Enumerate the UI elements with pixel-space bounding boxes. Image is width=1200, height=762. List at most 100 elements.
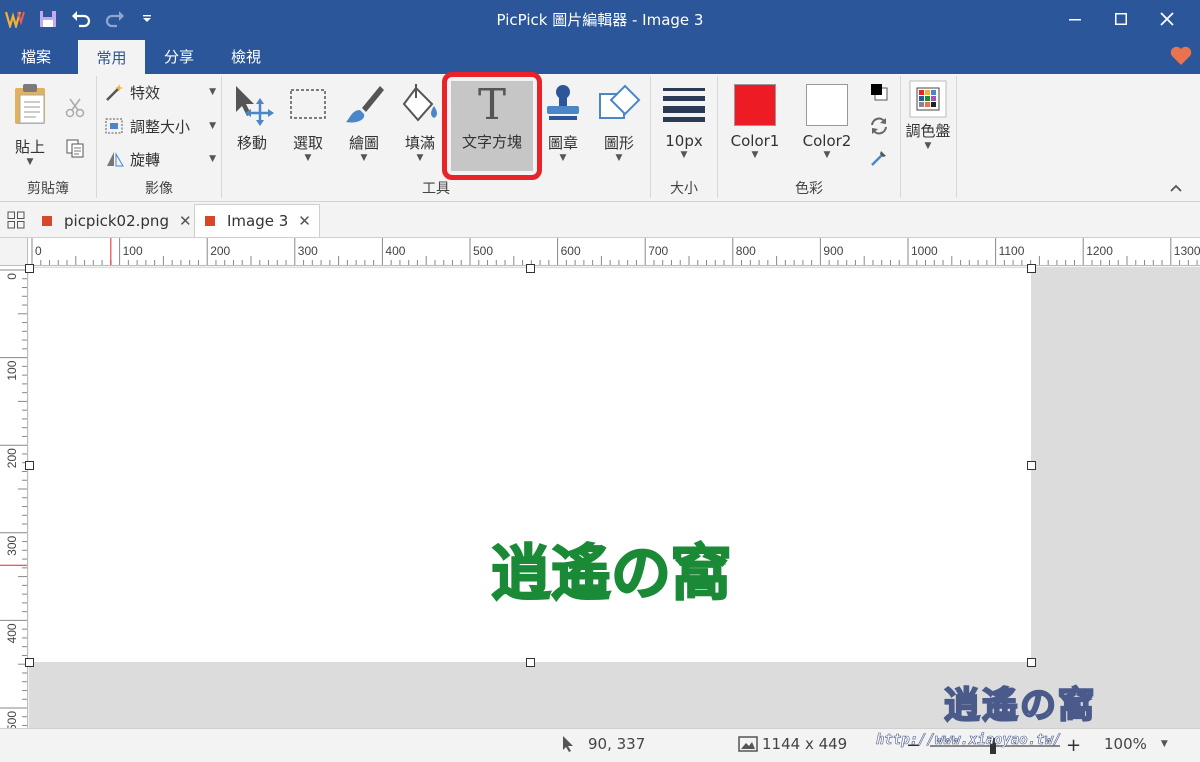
swap-colors-icon[interactable] <box>866 114 892 138</box>
color2-button[interactable]: Color2 ▼ <box>798 84 856 160</box>
cut-icon[interactable] <box>62 96 88 120</box>
ruler-corner <box>0 238 28 266</box>
fill-tool-button[interactable]: 填滿 ▼ <box>396 82 444 163</box>
draw-tool-button[interactable]: 繪圖 ▼ <box>340 82 388 163</box>
chevron-down-icon: ▼ <box>209 87 216 97</box>
chevron-down-icon: ▼ <box>615 153 623 163</box>
zoom-in-button[interactable]: + <box>1066 735 1081 756</box>
ruler-label: 400 <box>5 623 19 643</box>
zoom-level[interactable]: 100% ▼ <box>1104 735 1168 753</box>
resize-handle[interactable] <box>1027 658 1036 667</box>
image-size-value: 1144 x 449 <box>762 735 848 753</box>
effects-button[interactable]: 特效 ▼ <box>104 80 216 104</box>
draw-label: 繪圖 <box>348 134 379 152</box>
ribbon-separator <box>900 76 901 198</box>
move-label: 移動 <box>236 134 267 152</box>
ruler-label: 1000 <box>911 244 938 258</box>
chevron-down-icon: ▼ <box>924 141 932 151</box>
stamp-tool-button[interactable]: 圖章 ▼ <box>540 82 586 163</box>
resize-handle[interactable] <box>526 264 535 273</box>
resize-handle[interactable] <box>25 461 34 470</box>
chevron-down-icon: ▼ <box>304 153 312 163</box>
cursor-position: 90, 337 <box>560 735 645 753</box>
clipboard-icon <box>15 84 45 124</box>
size-button[interactable]: 10px ▼ <box>656 84 712 160</box>
colors-group-label: 色彩 <box>795 181 823 197</box>
image-canvas[interactable]: 逍遙の窩 <box>29 268 1031 662</box>
heart-icon[interactable] <box>1168 44 1194 68</box>
close-button[interactable] <box>1144 0 1190 38</box>
clipboard-group-label: 剪貼簿 <box>27 181 69 197</box>
brush-icon <box>346 86 384 123</box>
palette-label: 調色盤 <box>905 122 951 140</box>
chevron-down-icon: ▼ <box>751 150 759 160</box>
cursor-icon <box>563 736 573 752</box>
doc-tab[interactable]: picpick02.png ✕ <box>32 204 200 237</box>
ruler-label: 300 <box>5 535 19 555</box>
menu-bar: 檔案 常用 分享 檢視 <box>0 38 1200 74</box>
image-tab-icon <box>42 215 52 226</box>
eyedropper-icon[interactable] <box>866 146 892 170</box>
tab-file[interactable]: 檔案 <box>0 38 72 74</box>
maximize-button[interactable] <box>1098 0 1144 38</box>
line-width-icon <box>663 88 705 122</box>
tab-home[interactable]: 常用 <box>78 40 145 74</box>
horizontal-ruler[interactable]: 0 100 200 300 400 500 600 700 800 900 1000 1100 1200… <box>28 238 1200 266</box>
size-group-label: 大小 <box>670 181 698 197</box>
select-tool-button[interactable]: 選取 ▼ <box>284 82 332 163</box>
doc-tab-active[interactable]: Image 3 ✕ <box>194 204 320 237</box>
close-tab-icon[interactable]: ✕ <box>179 212 192 230</box>
shape-label: 圖形 <box>603 134 634 152</box>
horizontal-ruler-ticks: 0 100 200 300 400 500 600 700 800 900 1000 1100 1200… <box>31 238 1200 265</box>
palette-button[interactable]: 調色盤 ▼ <box>904 80 952 151</box>
tab-view[interactable]: 檢視 <box>215 38 277 74</box>
color2-swatch <box>806 84 848 126</box>
watermark-url: http://www.xiaoyao.tw/ <box>876 732 1062 749</box>
collapse-ribbon-icon[interactable] <box>1166 178 1186 198</box>
shape-tool-button[interactable]: 圖形 ▼ <box>596 82 642 163</box>
resize-handle[interactable] <box>1027 264 1036 273</box>
canvas-text: 逍遙の窩 <box>491 539 731 609</box>
doc-tab-label: Image 3 <box>227 212 289 230</box>
copy-icon[interactable] <box>62 136 88 160</box>
doc-tab-label: picpick02.png <box>64 211 169 230</box>
paste-button[interactable]: 貼上 ▼ <box>8 82 52 167</box>
ruler-label: 300 <box>298 244 318 258</box>
fill-label: 填滿 <box>404 134 435 152</box>
selection-icon <box>290 89 326 119</box>
status-bar: 90, 337 1144 x 449 − + 100% ▼ http://www… <box>0 728 1200 762</box>
vertical-ruler[interactable]: 0 100 200 300 400 500 <box>0 266 28 728</box>
ruler-label: 400 <box>385 244 405 258</box>
chevron-down-icon: ▼ <box>26 157 34 167</box>
plus-icon: + <box>1066 735 1082 756</box>
grid-view-icon[interactable] <box>4 208 28 232</box>
resize-handle[interactable] <box>25 658 34 667</box>
minimize-button[interactable] <box>1052 0 1098 38</box>
resize-handle[interactable] <box>25 264 34 273</box>
move-tool-button[interactable]: 移動 <box>228 82 276 153</box>
textbox-tool-button[interactable]: T 文字方塊 <box>451 81 533 171</box>
palette-icon <box>909 80 947 118</box>
move-icon <box>236 86 274 126</box>
select-label: 選取 <box>292 134 323 152</box>
ruler-label: 500 <box>473 244 493 258</box>
chevron-down-icon: ▼ <box>209 121 216 131</box>
resize-handle[interactable] <box>526 658 535 667</box>
resize-button[interactable]: 調整大小 ▼ <box>104 114 216 138</box>
image-size-icon <box>738 736 758 752</box>
default-colors-icon[interactable] <box>866 80 892 104</box>
text-t-icon: T <box>478 81 506 125</box>
close-tab-icon[interactable]: ✕ <box>298 212 311 230</box>
tab-share[interactable]: 分享 <box>150 38 208 74</box>
chevron-down-icon: ▼ <box>559 153 567 163</box>
resize-label: 調整大小 <box>130 117 191 136</box>
resize-handle[interactable] <box>1027 461 1036 470</box>
image-size: 1144 x 449 <box>738 735 847 753</box>
color1-button[interactable]: Color1 ▼ <box>726 84 784 160</box>
magic-wand-icon <box>106 84 123 101</box>
paint-bucket-icon <box>402 84 437 122</box>
rotate-button[interactable]: 旋轉 ▼ <box>104 147 216 171</box>
ruler-label: 500 <box>5 711 19 728</box>
chevron-down-icon: ▼ <box>416 153 424 163</box>
image-tab-icon <box>205 216 215 226</box>
